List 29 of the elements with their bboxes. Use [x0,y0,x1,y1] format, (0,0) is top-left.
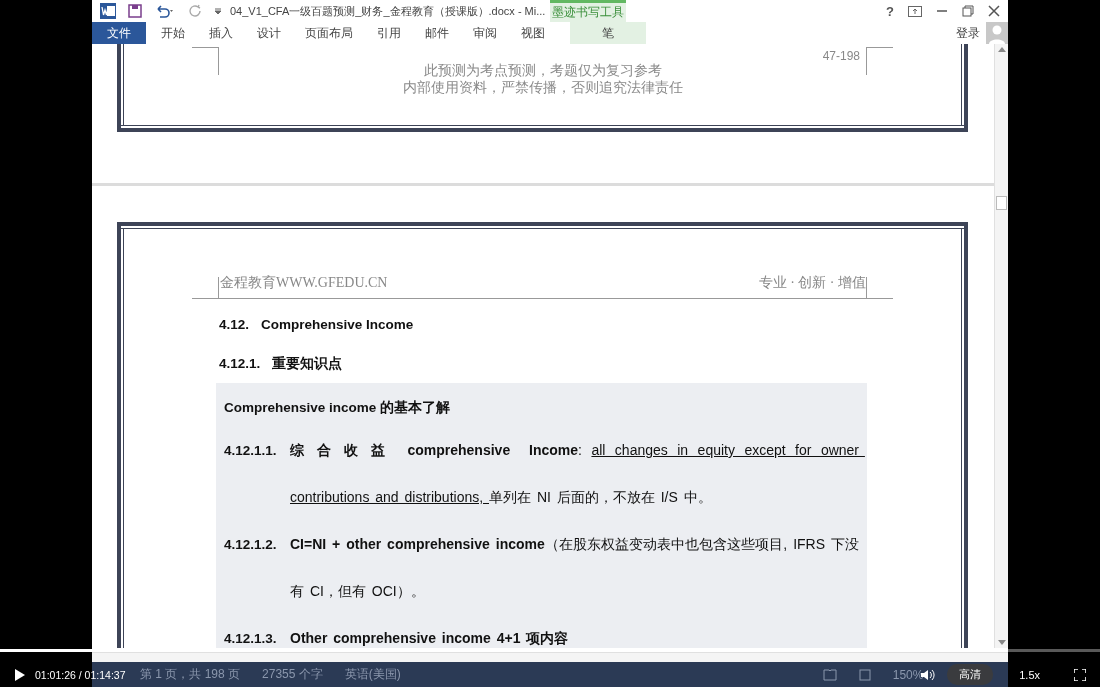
item-paragraph: Other comprehensive income 4+1 项内容 [290,629,570,648]
item-number: 4.12.1.3. [224,630,278,648]
item-number: 4.12.1.2. [224,536,278,554]
page-number: 47-198 [822,49,860,63]
ribbon-tab[interactable]: 文件 [92,22,146,44]
contextual-tab-group: 墨迹书写工具 [550,0,626,22]
footer-notice: 内部使用资料，严禁传播，否则追究法律责任 [402,79,683,96]
help-button[interactable]: ? [886,3,894,19]
section-heading: Comprehensive Income [261,317,414,332]
zoom-level[interactable]: 150% [892,667,924,682]
header-left-text: 金程教育WWW.GFEDU.CN [220,274,388,292]
word-count[interactable]: 27355 个字 [262,666,323,683]
heading-number: 4.12.1. [219,356,261,371]
header-right-text: 专业 · 创新 · 增值 [758,274,866,292]
subsection-heading: 重要知识点 [272,354,343,373]
heading-number: 4.12. [219,317,250,332]
quality-button[interactable]: 高清 [947,664,994,685]
window-title: 04_V1_CFA一级百题预测_财务_金程教育（授课版）.docx - Mi... [230,3,547,19]
speed-button[interactable]: 1.5x [1013,667,1046,682]
item-paragraph: 综 合 收 益 comprehensive Income: all changes in equity except for owner contributions and distributions, 单列在 NI 后面的，不放在 I/S 中。 [290,441,859,507]
box-title: Comprehensive income 的基本了解 [224,399,452,417]
item-number: 4.12.1.1. [224,442,278,460]
playback-time: 01:01:26 / 01:14:37 [35,668,126,681]
ribbon-tab[interactable]: 笔 [570,22,646,44]
footer-notice: 此预测为考点预测，考题仅为复习参考 [423,62,662,79]
language[interactable]: 英语(美国) [344,666,401,683]
page-count[interactable]: 第 1 页，共 198 页 [140,666,241,683]
sign-in-link[interactable]: 登录 [956,24,980,42]
item-paragraph: CI=NI + other comprehensive income（在股东权益变动表中也包含这些项目, IFRS 下没有 CI，但有 OCI）。 [290,535,859,601]
